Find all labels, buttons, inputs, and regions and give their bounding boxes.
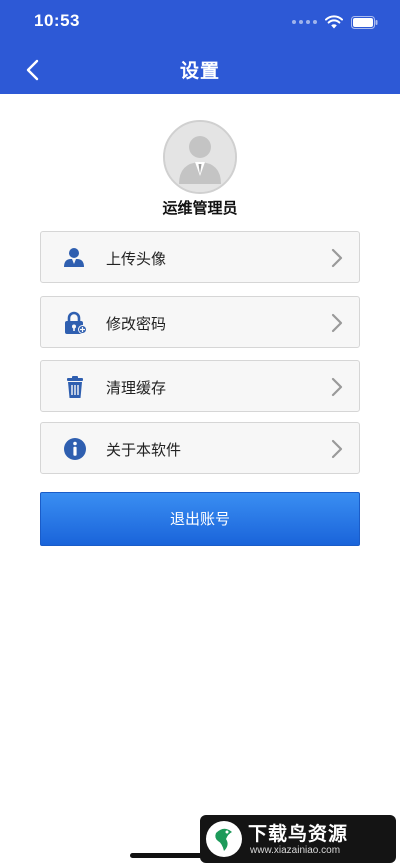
menu-item-label: 修改密码 [106,315,167,333]
menu-item-label: 清理缓存 [106,379,167,397]
settings-screen: 10:53 设置 运维管理员 上传头像 修改密码 清理缓存 关于本软件 退出账号… [0,0,400,866]
status-bar: 10:53 [0,0,400,44]
lock-icon [65,311,87,334]
chevron-right-icon [331,377,343,397]
battery-icon [351,15,378,29]
menu-item-clear-cache[interactable]: 清理缓存 [40,360,360,412]
page-title: 设置 [179,60,220,82]
watermark-title: 下载鸟资源 [248,823,349,845]
nav-bar: 设置 [0,44,400,94]
watermark: 下载鸟资源 www.xiazainiao.com [200,815,396,863]
default-avatar-icon [165,122,235,192]
username: 运维管理员 [162,199,238,217]
header: 10:53 设置 [0,0,400,94]
watermark-url: www.xiazainiao.com [250,845,341,856]
wifi-icon [325,15,343,29]
chevron-right-icon [331,248,343,268]
avatar[interactable] [163,120,237,194]
menu-item-about[interactable]: 关于本软件 [40,422,360,474]
user-upload-icon [64,248,84,267]
status-icons [292,13,378,31]
chevron-right-icon [331,439,343,459]
info-icon [64,438,86,460]
menu-item-upload-avatar[interactable]: 上传头像 [40,231,360,283]
menu-item-label: 关于本软件 [106,441,182,459]
signal-icon [292,20,317,24]
bird-logo-icon [206,821,242,857]
menu-item-change-password[interactable]: 修改密码 [40,296,360,348]
chevron-right-icon [331,313,343,333]
status-time: 10:53 [34,11,80,30]
trash-icon [67,376,83,398]
menu-item-label: 上传头像 [106,250,167,268]
logout-button[interactable]: 退出账号 [40,492,360,546]
